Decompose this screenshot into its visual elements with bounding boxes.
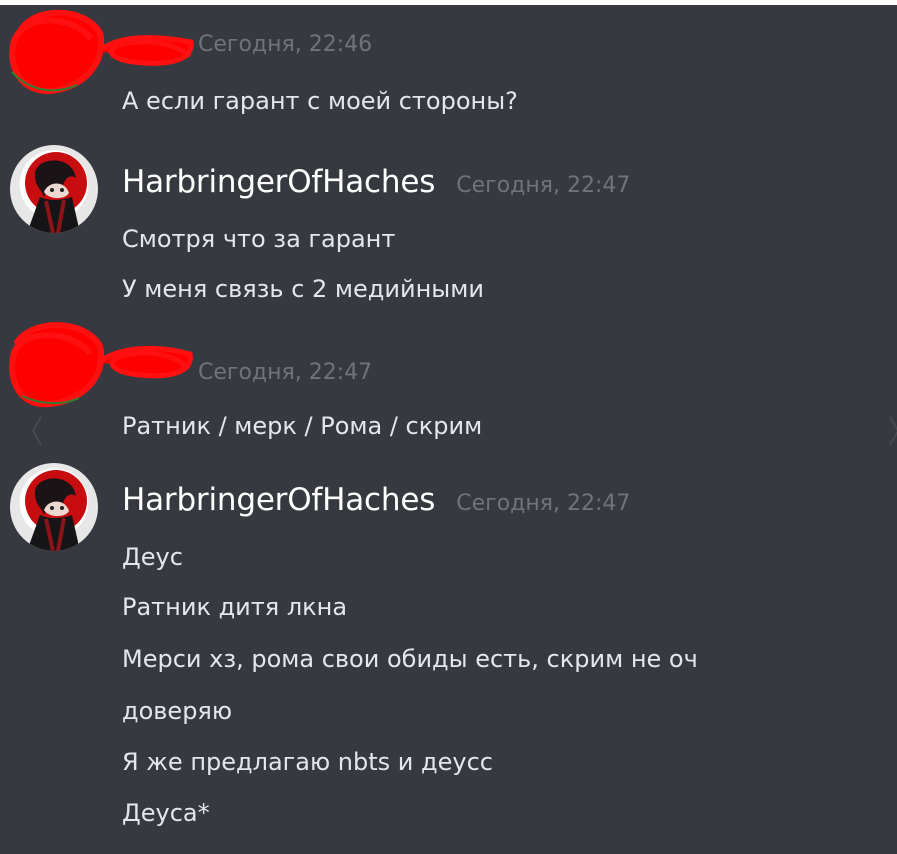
message-text: Ратник дитя лкна — [122, 593, 348, 621]
message-timestamp: Сегодня, 22:46 — [198, 32, 373, 57]
message-text: Деус — [122, 543, 183, 571]
username[interactable]: HarbringerOfHaches — [122, 164, 435, 200]
chevron-right-icon[interactable] — [886, 412, 897, 450]
message-header: HarbringerOfHaches Сегодня, 22:47 — [122, 480, 630, 520]
message-timestamp: Сегодня, 22:47 — [198, 360, 373, 385]
message-text: Смотря что за гарант — [122, 225, 396, 253]
message-text: А если гарант с моей стороны? — [122, 87, 518, 115]
message-text: доверяю — [122, 697, 233, 725]
chat-messages: Сегодня, 22:46 А если гарант с моей стор… — [0, 5, 897, 854]
message-text: Я же предлагаю nbts и деусс — [122, 748, 493, 776]
redacted-username — [96, 345, 193, 379]
redacted-username — [96, 35, 194, 66]
user-avatar[interactable] — [10, 145, 98, 233]
message-timestamp: Сегодня, 22:47 — [456, 173, 631, 198]
message-timestamp: Сегодня, 22:47 — [456, 491, 631, 516]
redacted-avatar — [9, 9, 104, 95]
chevron-left-icon[interactable] — [29, 412, 45, 450]
user-avatar[interactable] — [10, 463, 98, 551]
message-text: У меня связь с 2 медийными — [122, 275, 484, 303]
username[interactable]: HarbringerOfHaches — [122, 482, 435, 518]
redacted-avatar — [9, 322, 104, 408]
message-text: Деуса* — [122, 799, 210, 827]
message-header: HarbringerOfHaches Сегодня, 22:47 — [122, 162, 630, 202]
message-text: Ратник / мерк / Рома / скрим — [122, 412, 483, 440]
message-text: Мерси хз, рома свои обиды есть, скрим не… — [122, 645, 698, 673]
